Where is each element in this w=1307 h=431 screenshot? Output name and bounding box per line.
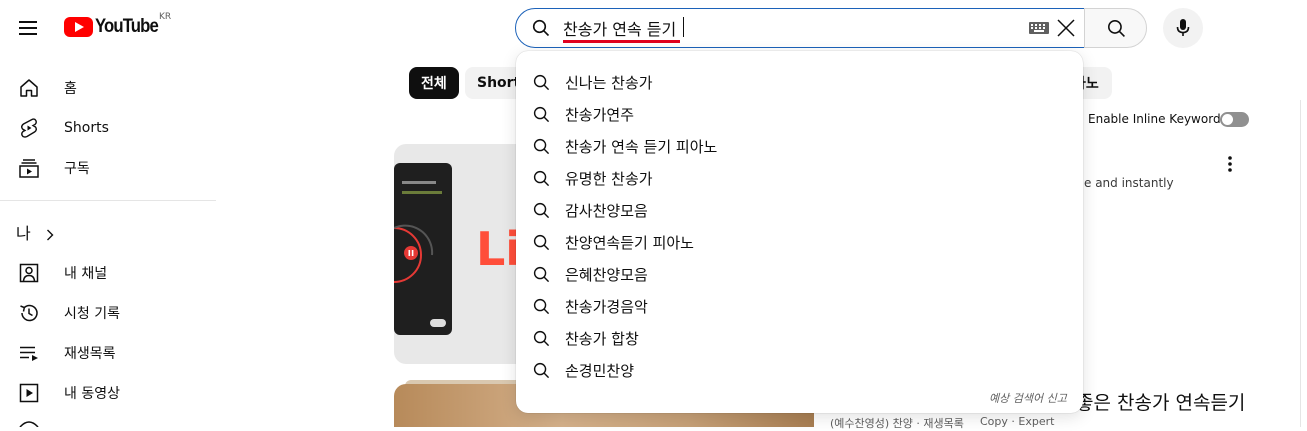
chip-label: 전체 — [421, 76, 447, 92]
search-icon — [533, 138, 550, 155]
youtube-play-icon — [64, 17, 93, 37]
country-code: KR — [159, 12, 172, 22]
suggestion-text: 찬양연속듣기 피아노 — [565, 234, 694, 252]
sidebar-item-home[interactable]: 홈 — [0, 68, 216, 108]
sidebar-item-my-videos[interactable]: 내 동영상 — [0, 373, 216, 413]
logo-text: YouTube — [95, 16, 159, 37]
suggestion-text: 손경민찬양 — [565, 362, 635, 380]
search-icon — [1108, 20, 1125, 37]
sidebar-item-shorts[interactable]: Shorts — [0, 108, 216, 148]
sidebar-item-label: 내 동영상 — [64, 386, 120, 402]
search-icon — [532, 19, 550, 37]
search-icon — [533, 106, 550, 123]
sidebar-me-header[interactable]: 나 — [16, 220, 54, 244]
youtube-logo[interactable]: YouTube — [64, 16, 166, 38]
search-icon — [533, 266, 550, 283]
suggestion-text: 감사찬양모음 — [565, 202, 648, 220]
suggestion-text: 유명한 찬송가 — [565, 170, 653, 188]
video-title[interactable]: 좋은 찬송가 연속듣기 — [1076, 388, 1245, 415]
my-videos-icon — [19, 383, 39, 403]
microphone-icon — [1176, 19, 1190, 36]
menu-button[interactable] — [14, 14, 42, 42]
inline-keywords-toggle[interactable] — [1220, 112, 1249, 127]
suggestion-item[interactable]: 찬송가 연속 듣기 피아노 — [516, 130, 1083, 162]
sidebar-item-label: 내 채널 — [64, 266, 108, 282]
search-icon — [533, 362, 550, 379]
more-options-icon[interactable] — [1220, 154, 1240, 174]
search-icon — [533, 298, 550, 315]
sidebar-divider — [0, 200, 216, 201]
sidebar-item-label: Shorts — [64, 120, 109, 136]
suggestion-text: 찬송가경음악 — [565, 298, 648, 316]
search-query-text: 찬송가 연속 듣기 — [563, 20, 677, 39]
clear-icon[interactable] — [1054, 16, 1078, 40]
chevron-right-icon — [46, 229, 54, 240]
record-icon — [394, 224, 434, 283]
menu-icon — [19, 21, 37, 23]
search-icon — [533, 234, 550, 251]
search-icon — [533, 330, 550, 347]
suggestion-text: 은혜찬양모음 — [565, 266, 648, 284]
sidebar-item-playlists[interactable]: 재생목록 — [0, 333, 216, 373]
sidebar-item-label: 시청 기록 — [64, 306, 120, 322]
video-meta: (예수찬영성) 찬양 · 재생목록 — [830, 417, 964, 430]
sidebar-item-history[interactable]: 시청 기록 — [0, 293, 216, 333]
suggestion-text: 찬송가 연속 듣기 피아노 — [565, 138, 718, 156]
home-icon — [20, 79, 38, 97]
panel-border — [1300, 100, 1301, 427]
channel-icon — [19, 263, 39, 283]
chip-all[interactable]: 전체 — [409, 67, 459, 99]
suggestion-item[interactable]: 감사찬양모음 — [516, 194, 1083, 226]
sidebar-item-my-channel[interactable]: 내 채널 — [0, 253, 216, 293]
video-description: e and instantly — [1084, 176, 1174, 190]
voice-search-button[interactable] — [1163, 8, 1203, 48]
suggestion-item[interactable]: 유명한 찬송가 — [516, 162, 1083, 194]
search-icon — [533, 202, 550, 219]
search-icon — [533, 170, 550, 187]
suggestion-text: 신나는 찬송가 — [565, 74, 653, 92]
inline-keywords-label: Enable Inline Keywords — [1088, 112, 1227, 126]
next-sidebar-icon — [19, 421, 39, 427]
sidebar-item-label: 구독 — [64, 161, 90, 177]
suggestion-text: 찬송가 합창 — [565, 330, 639, 348]
suggestion-item[interactable]: 찬송가연주 — [516, 98, 1083, 130]
me-label: 나 — [16, 224, 31, 243]
search-icon — [533, 74, 550, 91]
shorts-icon — [21, 118, 37, 138]
ime-underline — [563, 40, 680, 43]
search-button[interactable] — [1084, 8, 1147, 48]
suggestion-text: 찬송가연주 — [565, 106, 635, 124]
sidebar-item-label: 홈 — [64, 81, 77, 97]
sidebar-item-label: 재생목록 — [64, 346, 116, 362]
suggestion-item[interactable]: 은혜찬양모음 — [516, 258, 1083, 290]
keyboard-icon[interactable] — [1029, 22, 1049, 34]
suggestion-item[interactable]: 찬송가 합창 — [516, 322, 1083, 354]
report-suggestions-link[interactable]: 예상 검색어 신고 — [989, 390, 1067, 406]
suggestion-item[interactable]: 찬송가경음악 — [516, 290, 1083, 322]
channel-meta: Copy · Expert — [980, 415, 1055, 428]
suggestion-item[interactable]: 찬양연속듣기 피아노 — [516, 226, 1083, 258]
sidebar-item-subscriptions[interactable]: 구독 — [0, 148, 216, 188]
suggestion-item[interactable]: 손경민찬양 — [516, 354, 1083, 386]
playlist-icon — [20, 346, 38, 361]
subscriptions-icon — [19, 159, 39, 178]
thumbnail-text: Li — [476, 222, 522, 276]
suggestion-item[interactable]: 신나는 찬송가 — [516, 66, 1083, 98]
text-caret — [683, 17, 684, 37]
history-icon — [20, 304, 38, 322]
